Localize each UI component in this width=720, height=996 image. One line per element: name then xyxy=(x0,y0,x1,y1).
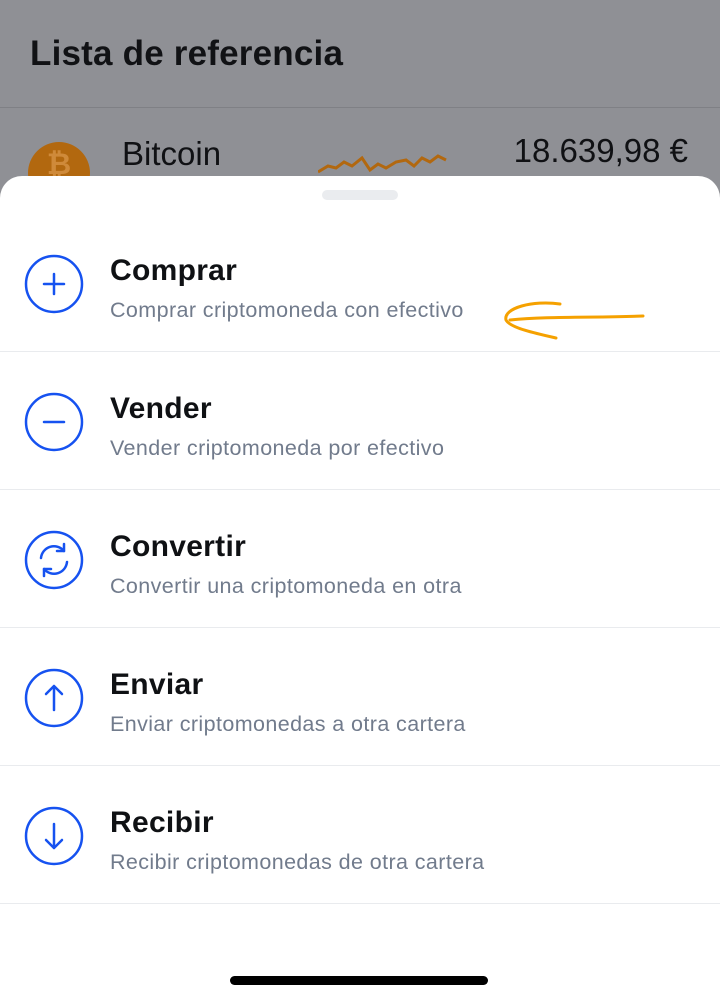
action-title: Comprar xyxy=(110,254,238,287)
coin-price: 18.639,98 € xyxy=(513,132,688,169)
action-subtitle: Comprar criptomoneda con efectivo xyxy=(110,298,464,322)
arrow-up-circle-icon xyxy=(24,668,84,728)
convert-circle-icon xyxy=(24,530,84,590)
action-subtitle: Enviar criptomonedas a otra cartera xyxy=(110,712,466,736)
action-enviar[interactable]: Enviar Enviar criptomonedas a otra carte… xyxy=(0,628,720,766)
action-title: Recibir xyxy=(110,806,214,839)
action-sheet: Comprar Comprar criptomoneda con efectiv… xyxy=(0,176,720,996)
action-title: Convertir xyxy=(110,530,247,563)
divider xyxy=(0,107,720,108)
action-title: Enviar xyxy=(110,668,204,701)
annotation-arrow-scribble xyxy=(504,301,645,340)
action-vender[interactable]: Vender Vender criptomoneda por efectivo xyxy=(0,352,720,490)
page-title: Lista de referencia xyxy=(30,34,344,73)
action-recibir[interactable]: Recibir Recibir criptomonedas de otra ca… xyxy=(0,766,720,904)
plus-circle-icon xyxy=(24,254,84,314)
coin-name: Bitcoin xyxy=(122,135,222,172)
action-subtitle: Recibir criptomonedas de otra cartera xyxy=(110,850,485,874)
action-title: Vender xyxy=(110,392,212,425)
action-subtitle: Convertir una criptomoneda en otra xyxy=(110,574,462,598)
home-indicator[interactable] xyxy=(230,976,488,985)
arrow-down-circle-icon xyxy=(24,806,84,866)
action-subtitle: Vender criptomoneda por efectivo xyxy=(110,436,445,460)
sheet-handle[interactable] xyxy=(322,190,398,200)
action-convertir[interactable]: Convertir Convertir una criptomoneda en … xyxy=(0,490,720,628)
minus-circle-icon xyxy=(24,392,84,452)
action-comprar[interactable]: Comprar Comprar criptomoneda con efectiv… xyxy=(0,214,720,352)
